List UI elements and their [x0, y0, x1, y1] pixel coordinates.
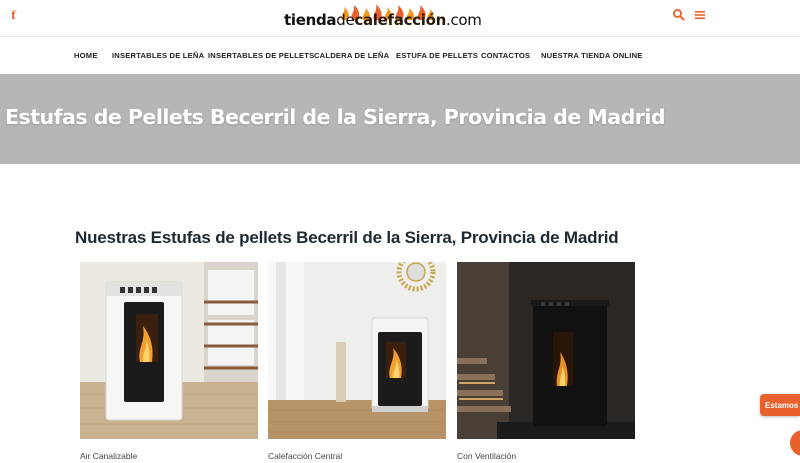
top-bar: f tiendadecalefacción.com: [0, 0, 800, 36]
product-caption[interactable]: Con Ventilación: [457, 451, 516, 461]
logo-part-de: de: [336, 11, 355, 29]
chat-widget-tab[interactable]: Estamos: [760, 394, 800, 416]
logo-part-tienda: tienda: [284, 11, 337, 29]
product-caption[interactable]: Air Canalizable: [80, 451, 137, 461]
nav-item-tienda-online[interactable]: NUESTRA TIENDA ONLINE: [541, 51, 643, 60]
product-card-con-ventilacion[interactable]: Con Ventilación: [457, 262, 635, 461]
chat-bubble-icon[interactable]: [790, 430, 800, 456]
product-image-black-pellet-stove[interactable]: [268, 262, 446, 439]
product-image-dark-pellet-stove[interactable]: [457, 262, 635, 439]
nav-item-contactos[interactable]: CONTACTOS: [481, 51, 530, 60]
product-card-air-canalizable[interactable]: Air Canalizable: [80, 262, 258, 461]
main-navigation: HOME INSERTABLES DE LEÑA INSERTABLES DE …: [0, 36, 800, 74]
nav-item-estufa-pellets[interactable]: ESTUFA DE PELLETS: [396, 51, 478, 60]
nav-item-insertables-lena[interactable]: INSERTABLES DE LEÑA: [112, 51, 204, 60]
logo-text: tiendadecalefacción.com: [284, 10, 482, 30]
product-card-calefaccion-central[interactable]: Calefacción Central: [268, 262, 446, 461]
page-title: Estufas de Pellets Becerril de la Sierra…: [5, 105, 666, 129]
nav-item-home[interactable]: HOME: [74, 51, 98, 60]
facebook-icon[interactable]: f: [11, 9, 16, 22]
product-image-white-pellet-stove[interactable]: [80, 262, 258, 439]
nav-item-insertables-pellets[interactable]: INSERTABLES DE PELLETS: [208, 51, 314, 60]
nav-item-caldera-lena[interactable]: CALDERA DE LEÑA: [314, 51, 389, 60]
product-caption[interactable]: Calefacción Central: [268, 451, 342, 461]
site-logo[interactable]: tiendadecalefacción.com: [284, 4, 482, 30]
menu-icon[interactable]: [694, 9, 706, 21]
hero-banner: Estufas de Pellets Becerril de la Sierra…: [0, 74, 800, 164]
logo-part-calefaccion: calefacción: [354, 11, 446, 29]
search-icon[interactable]: [672, 8, 686, 22]
logo-part-com: .com: [445, 11, 482, 29]
section-title: Nuestras Estufas de pellets Becerril de …: [75, 228, 619, 247]
